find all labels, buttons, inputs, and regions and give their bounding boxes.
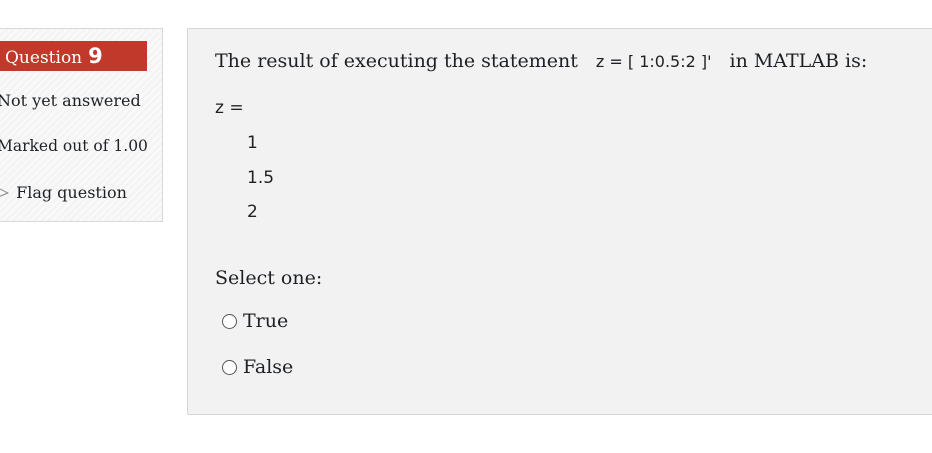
question-state: Not yet answered (0, 91, 141, 110)
flag-icon (0, 183, 11, 202)
flag-question-label: Flag question (16, 183, 127, 202)
answer-option-label: True (243, 310, 289, 332)
output-value: 1 (247, 133, 258, 153)
question-text-before: The result of executing the statement (215, 50, 578, 72)
radio-button[interactable] (222, 313, 237, 329)
question-number-badge: Question 9 (0, 41, 147, 71)
output-variable: z = (215, 98, 244, 118)
question-info-panel: Question 9 Not yet answered Marked out of… (0, 28, 163, 222)
answer-option-false[interactable]: False (222, 356, 293, 378)
radio-button[interactable] (222, 359, 237, 375)
question-text: The result of executing the statement z =… (215, 50, 867, 72)
flag-question-link[interactable]: Flag question (0, 183, 127, 202)
answer-option-label: False (243, 356, 294, 378)
output-value: 1.5 (247, 168, 275, 188)
question-code: z = [ 1:0.5:2 ]' (595, 52, 712, 71)
question-content-panel (187, 28, 932, 415)
answer-option-true[interactable]: True (222, 310, 288, 332)
question-text-after: in MATLAB is: (729, 50, 868, 72)
select-one-prompt: Select one: (215, 267, 323, 289)
question-label: Question (5, 48, 83, 68)
output-value: 2 (247, 202, 258, 222)
question-number: 9 (88, 44, 103, 68)
question-grade: Marked out of 1.00 (0, 137, 148, 155)
